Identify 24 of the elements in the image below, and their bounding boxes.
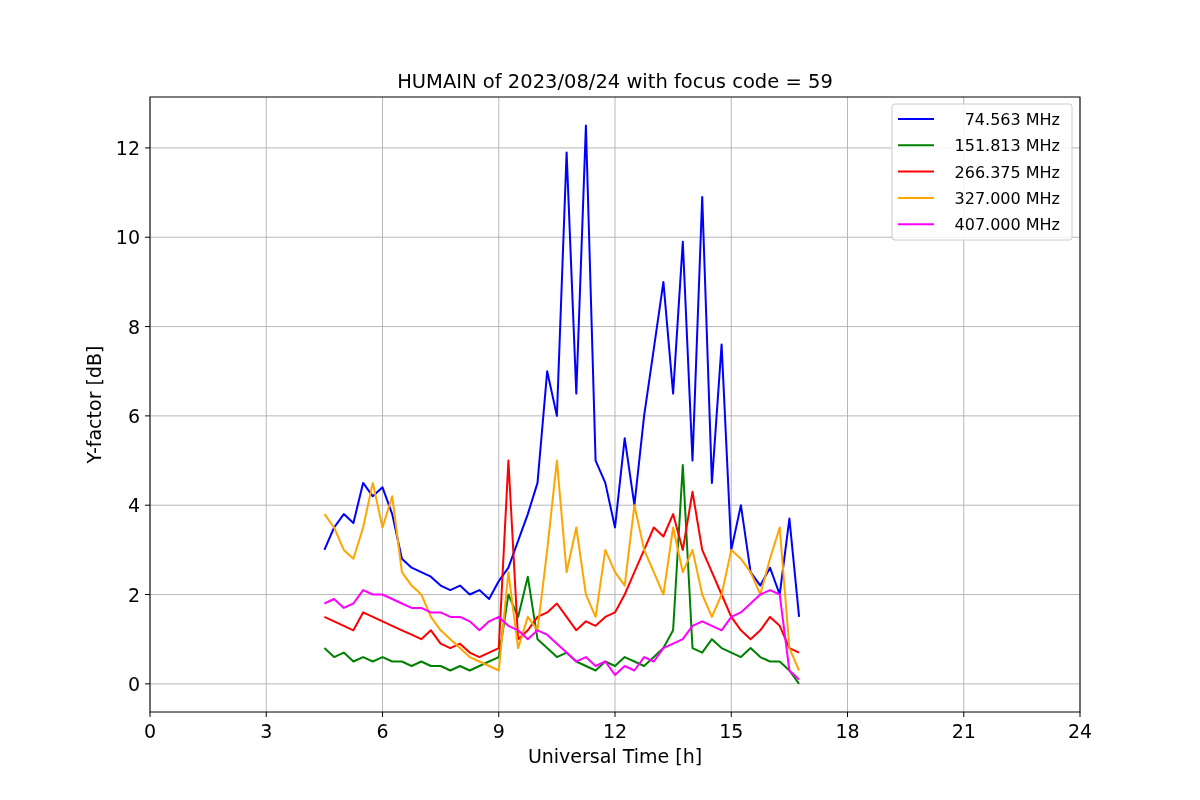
legend-label: 407.000 MHz <box>954 215 1060 235</box>
y-tick-label: 10 <box>115 226 140 249</box>
legend-label: 151.813 MHz <box>954 136 1060 156</box>
legend-label: 266.375 MHz <box>954 162 1060 182</box>
y-tick-label: 12 <box>115 136 140 159</box>
legend-label: 327.000 MHz <box>954 188 1060 208</box>
y-tick-label: 6 <box>127 404 140 427</box>
x-tick-label: 3 <box>260 720 273 742</box>
y-tick-label: 0 <box>127 672 140 695</box>
legend-label: 74.563 MHz <box>964 110 1060 129</box>
x-axis-label: Universal Time [h] <box>527 745 703 767</box>
y-tick-label: 4 <box>127 494 140 517</box>
x-tick-label: 24 <box>1067 720 1093 742</box>
y-tick-label: 8 <box>127 315 140 338</box>
x-tick-label: 0 <box>143 720 157 742</box>
x-tick-label: 6 <box>376 720 389 742</box>
x-tick-label: 18 <box>835 720 860 742</box>
x-tick-label: 21 <box>951 720 976 742</box>
x-tick-label: 9 <box>492 720 505 742</box>
y-tick-label: 2 <box>127 583 140 606</box>
chart-title: HUMAIN of 2023/08/24 with focus code = 59 <box>397 70 833 93</box>
x-tick-label: 12 <box>602 720 628 742</box>
y-axis-label: Y-factor [dB] <box>83 345 105 464</box>
x-tick-label: 15 <box>719 720 744 742</box>
